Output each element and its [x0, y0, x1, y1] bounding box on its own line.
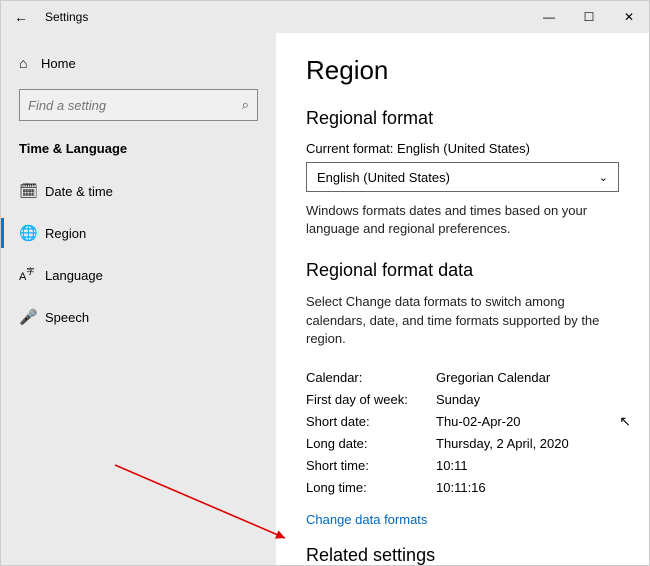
- sidebar-item-label: Date & time: [45, 184, 113, 199]
- kv-row: Long time:10:11:16: [306, 480, 619, 495]
- kv-row: First day of week:Sunday: [306, 392, 619, 407]
- kv-value: Thu-02-Apr-20: [436, 414, 521, 429]
- content-pane: Region Regional format Current format: E…: [276, 33, 649, 565]
- section-regional-format: Regional format: [306, 108, 619, 129]
- kv-row: Short time:10:11: [306, 458, 619, 473]
- section-regional-format-data: Regional format data: [306, 260, 619, 281]
- kv-value: Gregorian Calendar: [436, 370, 550, 385]
- sidebar: ⌂ Home ⌕ Time & Language 🗓 Date & time 🌐…: [1, 33, 276, 565]
- titlebar: ← Settings — ☐ ✕: [1, 1, 649, 33]
- format-dropdown[interactable]: English (United States) ⌄: [306, 162, 619, 192]
- kv-value: 10:11: [436, 458, 468, 473]
- language-icon: A字: [19, 266, 45, 284]
- kv-key: Short date:: [306, 414, 436, 429]
- search-box[interactable]: ⌕: [19, 89, 258, 121]
- sidebar-group-title: Time & Language: [1, 137, 276, 170]
- region-icon: 🌐: [19, 224, 45, 242]
- sidebar-item-speech[interactable]: 🎤 Speech: [1, 296, 276, 338]
- kv-key: First day of week:: [306, 392, 436, 407]
- sidebar-item-language[interactable]: A字 Language: [1, 254, 276, 296]
- search-icon: ⌕: [242, 97, 249, 113]
- back-button[interactable]: ←: [1, 9, 41, 25]
- change-data-formats-link[interactable]: Change data formats: [306, 512, 427, 527]
- dropdown-value: English (United States): [317, 170, 450, 185]
- window-title: Settings: [41, 10, 88, 24]
- page-title: Region: [306, 55, 619, 86]
- chevron-down-icon: ⌄: [599, 171, 608, 184]
- sidebar-item-label: Speech: [45, 310, 89, 325]
- kv-key: Long time:: [306, 480, 436, 495]
- kv-key: Long date:: [306, 436, 436, 451]
- close-button[interactable]: ✕: [609, 1, 649, 33]
- kv-row: Short date:Thu-02-Apr-20: [306, 414, 619, 429]
- kv-row: Calendar:Gregorian Calendar: [306, 370, 619, 385]
- sidebar-item-label: Language: [45, 268, 103, 283]
- format-data-description: Select Change data formats to switch amo…: [306, 293, 619, 348]
- current-format-label: Current format: English (United States): [306, 141, 619, 156]
- sidebar-item-label: Region: [45, 226, 86, 241]
- sidebar-item-region[interactable]: 🌐 Region: [1, 212, 276, 254]
- kv-key: Calendar:: [306, 370, 436, 385]
- kv-value: Sunday: [436, 392, 480, 407]
- speech-icon: 🎤: [19, 308, 45, 326]
- sidebar-item-date-time[interactable]: 🗓 Date & time: [1, 170, 276, 212]
- maximize-button[interactable]: ☐: [569, 1, 609, 33]
- kv-value: Thursday, 2 April, 2020: [436, 436, 569, 451]
- date-time-icon: 🗓: [19, 182, 45, 200]
- home-icon: ⌂: [19, 55, 41, 71]
- kv-key: Short time:: [306, 458, 436, 473]
- sidebar-home[interactable]: ⌂ Home: [1, 43, 276, 83]
- section-related-settings: Related settings: [306, 545, 619, 565]
- search-input[interactable]: [28, 98, 242, 113]
- kv-row: Long date:Thursday, 2 April, 2020: [306, 436, 619, 451]
- cursor-icon: ↖: [619, 413, 631, 430]
- kv-value: 10:11:16: [436, 480, 486, 495]
- format-description: Windows formats dates and times based on…: [306, 202, 619, 238]
- sidebar-home-label: Home: [41, 56, 76, 71]
- minimize-button[interactable]: —: [529, 1, 569, 33]
